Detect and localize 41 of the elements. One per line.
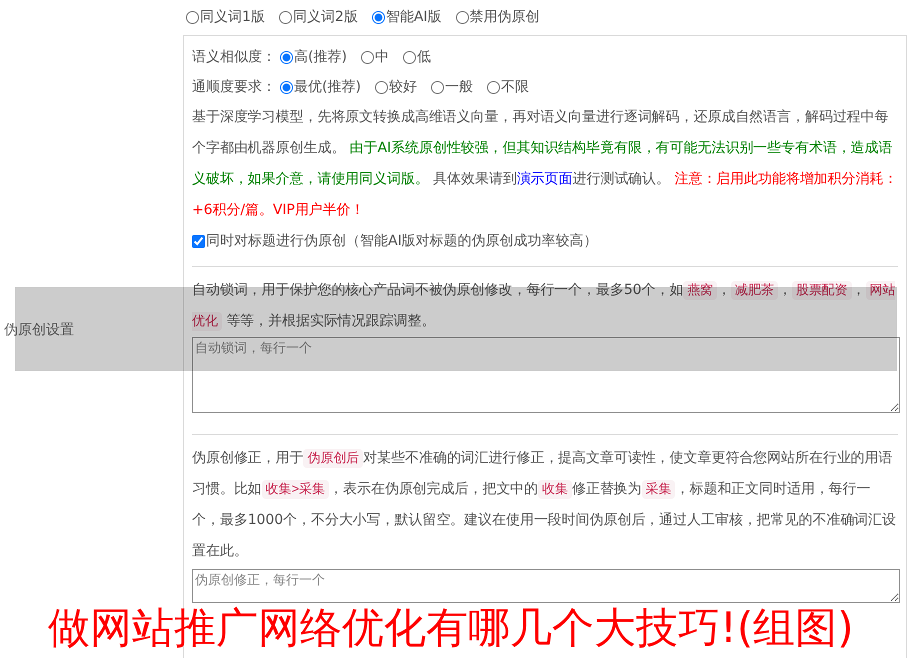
similarity-option[interactable]: 中 — [360, 46, 389, 68]
version-option[interactable]: 智能AI版 — [372, 7, 442, 28]
radio-button[interactable] — [402, 50, 416, 64]
fluency-option[interactable]: 最优(推荐) — [280, 76, 361, 98]
radio-button[interactable] — [486, 80, 500, 94]
radio-button[interactable] — [372, 11, 385, 24]
corrections-paragraph: 伪原创修正，用于 伪原创后 对某些不准确的词汇进行修正，提高文章可读性，使文章更符合您网站所在行业的用语习惯。比如 收集>采集 ，表示在伪原创完成后，把文中的 收集 修正替换为 采集 ，标题和正文同时适用，每行一个，最多1000个，不分大小写，默认留空。建议在使用一段时间伪原创后，通过人工审核，把常见的不准确词汇设置在此。 — [192, 448, 897, 561]
keyword-chip: 收集>采集 — [262, 480, 330, 499]
keyword-chip: 收集 — [538, 480, 572, 499]
radio-button[interactable] — [360, 50, 374, 64]
radio-button[interactable] — [374, 80, 388, 94]
fluency-option[interactable]: 较好 — [374, 76, 417, 98]
lock-words-paragraph: 自动锁词，用于保护您的核心产品词不被伪原创修改，每行一个，最多50个，如 燕窝 ， 减肥茶 ， 股票配资 ， 网站优化 等等，并根据实际情况跟踪调整。 — [192, 280, 896, 333]
similarity-option[interactable]: 低 — [402, 46, 431, 68]
version-option[interactable]: 禁用伪原创 — [456, 7, 540, 28]
version-option[interactable]: 同义词2版 — [278, 7, 358, 28]
radio-button[interactable] — [456, 11, 469, 24]
corrections-field[interactable]: 伪原创修正，每行一个 — [192, 569, 900, 603]
checkbox[interactable] — [192, 234, 205, 248]
keyword-chip: 减肥茶 — [731, 281, 778, 300]
radio-button[interactable] — [278, 11, 292, 24]
version-option[interactable]: 同义词1版 — [186, 7, 265, 28]
radio-button[interactable] — [430, 80, 444, 94]
keyword-chip: 燕窝 — [683, 281, 718, 300]
title-option[interactable]: 同时对标题进行伪原创（智能AI版对标题的伪原创成功率较高） — [192, 226, 898, 256]
keyword-chip: 股票配资 — [792, 281, 852, 300]
description-paragraph: 基于深度学习模型，先将原文转换成高维语义向量，再对语义向量进行逐词解码，还原成自然语言，解码过程中每个字都由机器原创生成。 由于AI系统原创性较强，但其知识结构毕竟有限，有可能无法识别一些专有术语，造成语义破坏，如果介意，请使用同义词版。 具体效果请到演示页面进行测试确认。 注意：启用此功能将增加积分消耗：+6积分/篇。VIP用户半价！ — [192, 108, 898, 220]
keyword-chip: 采集 — [642, 480, 676, 499]
section-label: 伪原创设置 — [4, 322, 74, 338]
fluency-option[interactable]: 不限 — [486, 76, 529, 98]
field-label: 语义相似度： — [192, 48, 276, 66]
demo-page-link[interactable]: 演示页面 — [516, 171, 573, 187]
caption-title: 做网站推广网络优化有哪几个大技巧!(组图) — [48, 602, 854, 654]
radio-button[interactable] — [280, 50, 293, 64]
radio-button[interactable] — [186, 11, 199, 24]
similarity-option[interactable]: 高(推荐) — [280, 46, 347, 68]
fluency-option[interactable]: 一般 — [430, 76, 473, 98]
lock-words-field[interactable]: 自动锁词，每行一个 — [192, 337, 900, 413]
keyword-chip: 伪原创后 — [303, 449, 364, 468]
field-label: 通顺度要求： — [192, 78, 276, 96]
radio-button[interactable] — [280, 80, 293, 94]
